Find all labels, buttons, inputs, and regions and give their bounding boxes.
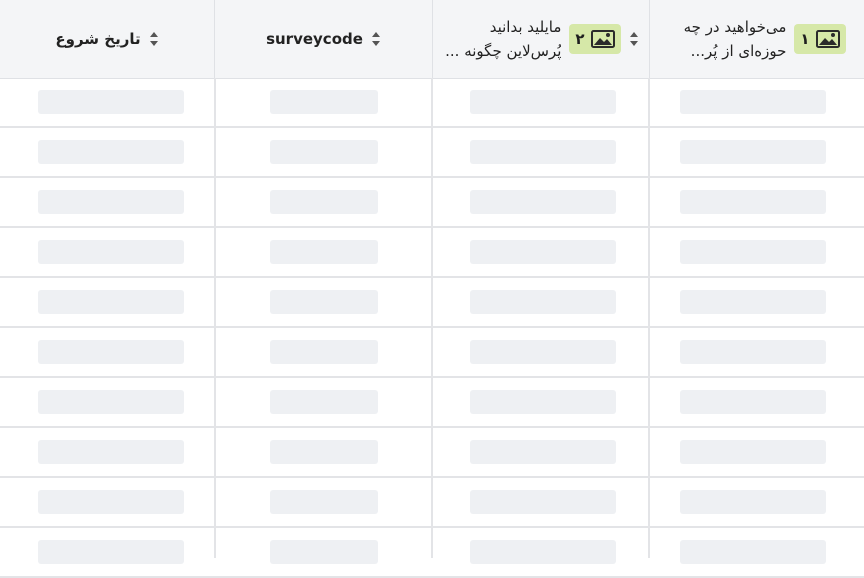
loading-placeholder [470, 90, 616, 114]
loading-placeholder [470, 140, 616, 164]
loading-placeholder [470, 340, 616, 364]
loading-placeholder [680, 240, 826, 264]
loading-placeholder [680, 390, 826, 414]
loading-placeholder [680, 90, 826, 114]
question-number: ۲ [575, 30, 585, 48]
loading-placeholder [270, 340, 378, 364]
column-title: تاریخ شروع [55, 30, 141, 48]
question-title: می‌خواهید در چه حوزه‌ای از پُر... [683, 18, 787, 60]
loading-placeholder [470, 540, 616, 564]
column-title: surveycode [266, 30, 363, 48]
table-header: ۱ می‌خواهید در چه حوزه‌ای از پُر... [0, 0, 864, 79]
sort-icon[interactable] [149, 30, 159, 48]
question-badge-q2: ۲ [569, 24, 621, 54]
table-row[interactable] [0, 478, 864, 528]
loading-placeholder [470, 240, 616, 264]
image-icon [815, 30, 840, 48]
image-icon [590, 30, 615, 48]
loading-placeholder [38, 140, 184, 164]
loading-placeholder [680, 140, 826, 164]
loading-placeholder [680, 190, 826, 214]
loading-placeholder [470, 190, 616, 214]
loading-placeholder [38, 390, 184, 414]
column-header-surveycode[interactable]: surveycode [215, 0, 433, 78]
column-header-start-date[interactable]: تاریخ شروع [0, 0, 215, 78]
loading-placeholder [38, 90, 184, 114]
table-row[interactable] [0, 278, 864, 328]
loading-placeholder [680, 540, 826, 564]
loading-placeholder [270, 390, 378, 414]
loading-placeholder [270, 90, 378, 114]
loading-placeholder [470, 290, 616, 314]
loading-placeholder [38, 290, 184, 314]
responses-table: ۱ می‌خواهید در چه حوزه‌ای از پُر... [0, 0, 864, 578]
loading-placeholder [270, 440, 378, 464]
table-row[interactable] [0, 528, 864, 578]
loading-placeholder [270, 140, 378, 164]
sort-icon[interactable] [371, 30, 381, 48]
loading-placeholder [680, 490, 826, 514]
sort-icon[interactable] [629, 30, 639, 48]
table-row[interactable] [0, 78, 864, 128]
table-row[interactable] [0, 328, 864, 378]
question-badge-q1: ۱ [794, 24, 846, 54]
loading-placeholder [38, 190, 184, 214]
loading-placeholder [270, 290, 378, 314]
loading-placeholder [470, 440, 616, 464]
loading-placeholder [470, 390, 616, 414]
loading-placeholder [270, 540, 378, 564]
question-title: مایلید بدانید پُرس‌لاین چگونه ... [445, 18, 562, 60]
loading-placeholder [270, 490, 378, 514]
loading-placeholder [680, 440, 826, 464]
table-row[interactable] [0, 228, 864, 278]
loading-placeholder [38, 440, 184, 464]
column-header-q1[interactable]: ۱ می‌خواهید در چه حوزه‌ای از پُر... [650, 0, 864, 78]
loading-placeholder [470, 490, 616, 514]
question-number: ۱ [800, 30, 810, 48]
table-row[interactable] [0, 428, 864, 478]
column-header-q2[interactable]: ۲ مایلید بدانید پُرس‌لاین چگونه ... [433, 0, 650, 78]
loading-placeholder [270, 240, 378, 264]
loading-placeholder [680, 290, 826, 314]
table-row[interactable] [0, 178, 864, 228]
loading-placeholder [38, 490, 184, 514]
loading-placeholder [38, 540, 184, 564]
loading-placeholder [270, 190, 378, 214]
table-row[interactable] [0, 128, 864, 178]
table-row[interactable] [0, 378, 864, 428]
loading-placeholder [38, 240, 184, 264]
loading-placeholder [680, 340, 826, 364]
loading-placeholder [38, 340, 184, 364]
